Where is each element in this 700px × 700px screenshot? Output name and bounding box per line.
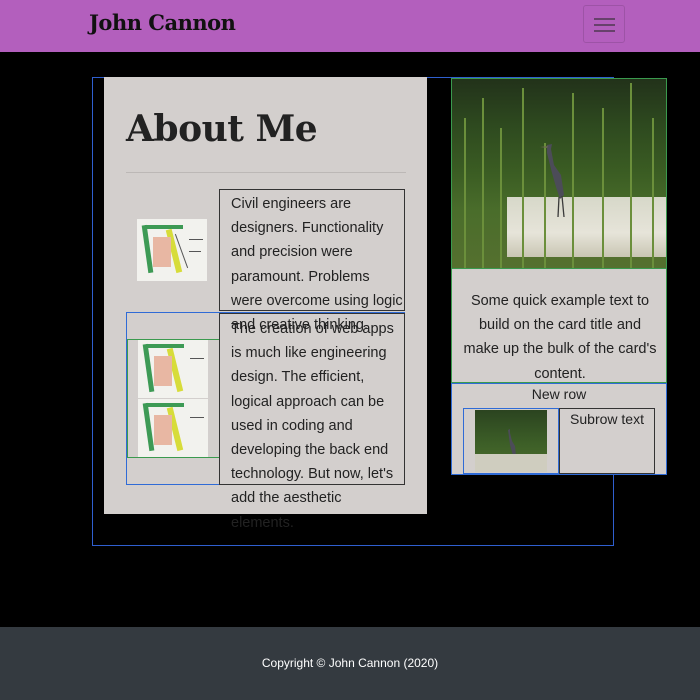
brand-name[interactable]: John Cannon — [89, 10, 236, 35]
navbar: John Cannon — [0, 0, 700, 52]
heron-photo — [451, 78, 667, 269]
card-text: Some quick example text to build on the … — [463, 293, 657, 382]
about-paragraph-2: The creation of web apps is much like en… — [219, 313, 405, 531]
about-title: About Me — [126, 108, 318, 150]
copyright-text: Copyright © John Cannon (2020) — [261, 656, 439, 670]
subrow-text: Subrow text — [570, 411, 644, 427]
divider — [126, 172, 406, 173]
heron-thumbnail — [475, 410, 547, 472]
water-area — [507, 197, 666, 257]
heron-bird — [540, 144, 565, 218]
site-plan-image-stack — [127, 339, 220, 458]
site-plan-image — [137, 219, 207, 281]
new-row-label: New row — [531, 386, 587, 402]
about-paragraph-1: Civil engineers are designers. Functiona… — [219, 189, 405, 333]
site-plan-image — [138, 340, 208, 398]
hamburger-menu-icon[interactable] — [583, 5, 625, 43]
site-plan-image — [138, 399, 208, 457]
